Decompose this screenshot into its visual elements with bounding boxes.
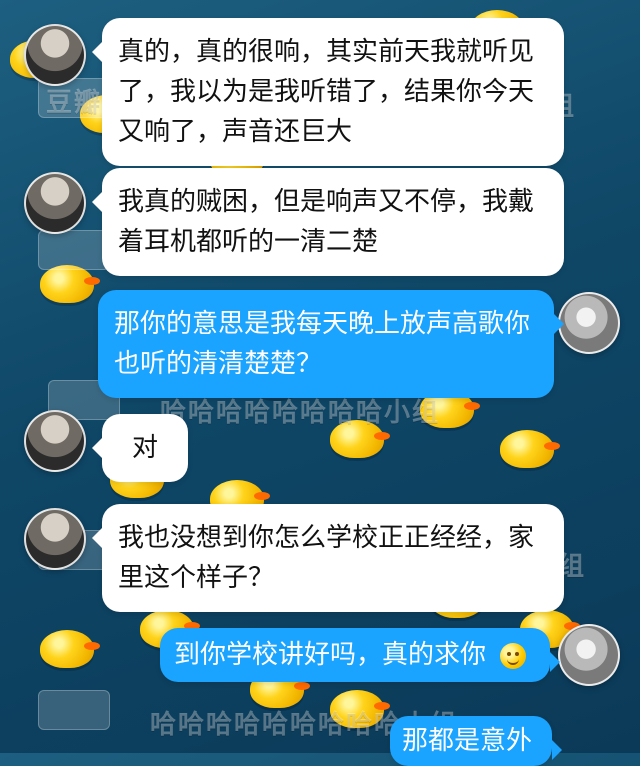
avatar[interactable] (24, 172, 86, 234)
douban-logo (38, 230, 110, 270)
smile-emoji-icon (500, 643, 527, 669)
message-text: 对 (131, 433, 158, 463)
message-text: 我真的贼困，但是响声又不停，我戴着耳机都听的一清二楚 (118, 187, 535, 257)
message-text: 到你学校讲好吗，真的求你 (174, 640, 487, 670)
duck-decoration (500, 430, 560, 468)
avatar[interactable] (24, 24, 86, 86)
duck-decoration (40, 630, 100, 668)
duck-decoration (40, 265, 100, 303)
watermark-logo-text: 豆瓣 (46, 88, 103, 118)
message-bubble[interactable]: 那都是意外 (390, 716, 562, 766)
douban-logo (38, 690, 110, 730)
duck-decoration (330, 690, 390, 728)
duck-decoration (330, 420, 390, 458)
avatar[interactable] (558, 624, 620, 686)
avatar[interactable] (24, 508, 86, 570)
message-text: 真的，真的很响，其实前天我就听见了，我以为是我听错了，结果你今天又响了，声音还巨… (118, 37, 535, 147)
message-text: 那你的意思是我每天晚上放声高歌你也听的清清楚楚？ (114, 309, 531, 379)
message-bubble[interactable]: 那你的意思是我每天晚上放声高歌你也听的清清楚楚？ (98, 290, 564, 398)
avatar[interactable] (558, 292, 620, 354)
message-text: 那都是意外 (402, 726, 533, 756)
message-bubble[interactable]: 对 (92, 414, 188, 482)
message-text: 我也没想到你怎么学校正正经经，家里这个样子？ (118, 523, 535, 593)
avatar[interactable] (24, 410, 86, 472)
message-bubble[interactable]: 我真的贼困，但是响声又不停，我戴着耳机都听的一清二楚 (92, 168, 564, 276)
message-bubble[interactable]: 真的，真的很响，其实前天我就听见了，我以为是我听错了，结果你今天又响了，声音还巨… (92, 18, 564, 166)
message-bubble[interactable]: 我也没想到你怎么学校正正经经，家里这个样子？ (92, 504, 564, 612)
message-bubble[interactable]: 到你学校讲好吗，真的求你 (160, 628, 560, 682)
